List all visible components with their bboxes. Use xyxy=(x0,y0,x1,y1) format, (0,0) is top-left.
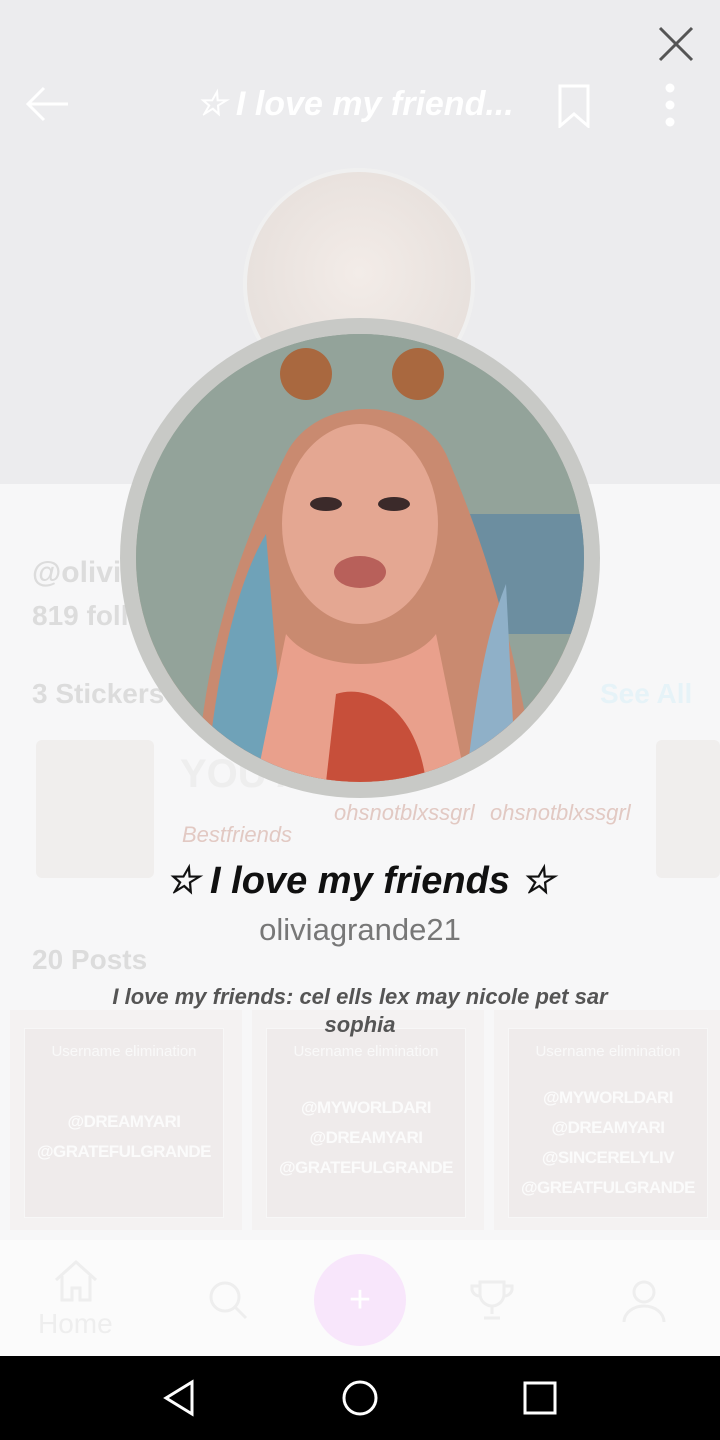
post-card[interactable]: Username elimination @MYWORLDARI @DREAMY… xyxy=(252,1010,484,1230)
post-tags: @DREAMYARI @GRATEFULGRANDE xyxy=(25,1107,223,1167)
system-home-icon[interactable] xyxy=(338,1376,382,1420)
arrow-left-icon[interactable] xyxy=(24,84,72,124)
post-tags: @MYWORLDARI @DREAMYARI @GRATEFULGRANDE xyxy=(267,1093,465,1183)
close-icon[interactable] xyxy=(654,22,698,66)
profile-icon[interactable] xyxy=(620,1276,668,1324)
post-title: Username elimination xyxy=(293,1043,439,1060)
post-tag: @MYWORLDARI xyxy=(542,1088,674,1107)
chat-host-username[interactable]: oliviagrande21 xyxy=(0,912,720,948)
bookmark-icon[interactable] xyxy=(556,84,592,128)
post-tag: @MYWORLDARI xyxy=(300,1098,432,1117)
trophy-icon[interactable] xyxy=(468,1276,516,1324)
post-card[interactable]: Username elimination @MYWORLDARI @DREAMY… xyxy=(494,1010,720,1230)
post-image: Username elimination @DREAMYARI @GRATEFU… xyxy=(24,1028,224,1218)
system-back-icon[interactable] xyxy=(158,1376,202,1420)
create-post-button[interactable]: + xyxy=(314,1254,406,1346)
sticker-text: ohsnotblxssgrl xyxy=(490,800,631,825)
chat-description-name: I love my friends xyxy=(112,984,286,1009)
post-tag: @DREAMYARI xyxy=(309,1128,423,1147)
screen: @olivia 819 foll 3 Stickers See All YOU … xyxy=(0,0,720,1440)
system-recents-icon[interactable] xyxy=(518,1376,562,1420)
post-title: Username elimination xyxy=(51,1043,197,1060)
more-vertical-icon[interactable] xyxy=(656,82,684,128)
post-card[interactable]: Username elimination @DREAMYARI @GRATEFU… xyxy=(10,1010,242,1230)
posts-heading: 20 Posts xyxy=(32,944,148,975)
post-tag: @DREAMYARI xyxy=(67,1112,181,1131)
see-all-link[interactable]: See All xyxy=(600,678,692,710)
post-tag: @DREAMYARI xyxy=(551,1118,665,1137)
chat-description: I love my friends: cel ells lex may nico… xyxy=(90,983,630,1039)
sticker-text: Bestfriends xyxy=(182,822,293,847)
post-tags: @MYWORLDARI @DREAMYARI @SINCERELYLIV @GR… xyxy=(509,1083,707,1203)
chat-description-text: : cel ells lex may nicole pet sar sophia xyxy=(286,984,608,1037)
followers-count: 819 foll xyxy=(32,600,129,631)
chat-cover-image xyxy=(120,318,600,798)
post-title: Username elimination xyxy=(535,1043,681,1060)
nav-home-label: Home xyxy=(38,1308,113,1339)
post-tag: @SINCERELYLIV xyxy=(541,1148,675,1167)
home-icon[interactable] xyxy=(52,1258,100,1304)
post-tag: @GRATEFULGRANDE xyxy=(36,1142,212,1161)
search-icon[interactable] xyxy=(206,1278,250,1322)
post-tag: @GRATEFULGRANDE xyxy=(278,1158,454,1177)
cover-photo xyxy=(136,334,584,782)
sticker-text: ohsnotblxssgrl xyxy=(334,800,475,825)
chat-title: ☆ I love my friends ☆ xyxy=(165,860,555,902)
post-tag: @GREATFULGRANDE xyxy=(520,1178,696,1197)
post-image: Username elimination @MYWORLDARI @DREAMY… xyxy=(266,1028,466,1218)
header-title: ☆ I love my friend... xyxy=(196,85,514,123)
portrait-illustration xyxy=(136,334,584,782)
post-image: Username elimination @MYWORLDARI @DREAMY… xyxy=(508,1028,708,1218)
